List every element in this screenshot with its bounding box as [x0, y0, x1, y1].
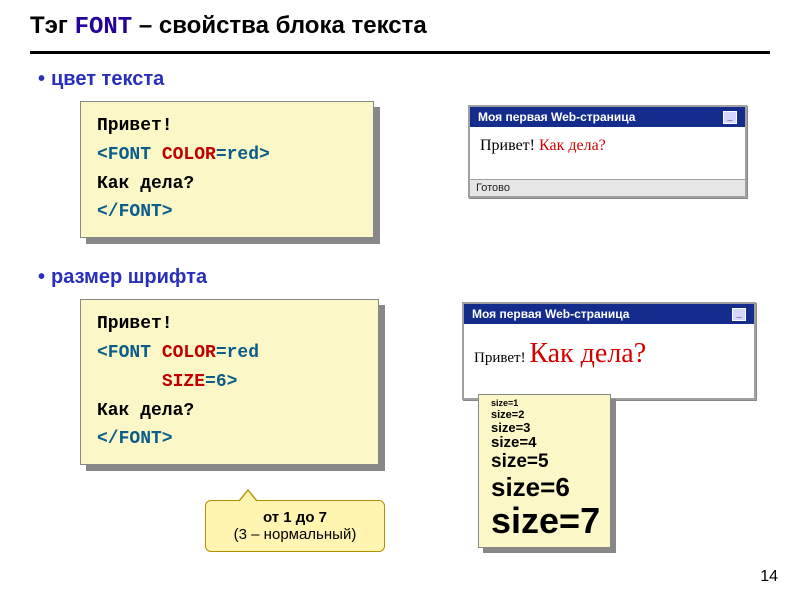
bullet-size-label: размер шрифта	[51, 266, 207, 288]
codebox-2: Привет! <FONT COLOR=red SIZE=6> Как дела…	[80, 299, 379, 465]
callout: от 1 до 7 (3 – нормальный)	[205, 500, 385, 552]
size-item-4: size=4	[491, 435, 600, 452]
window-buttons: _	[723, 111, 737, 124]
slide: Тэг FONT – свойства блока текста • цвет т…	[0, 0, 800, 600]
code-line: Привет!	[97, 310, 362, 339]
title-keyword: FONT	[75, 14, 133, 41]
code-line: SIZE=6>	[97, 368, 362, 397]
title-post: – свойства блока текста	[132, 12, 427, 39]
code-line: </FONT>	[97, 198, 357, 227]
minimize-icon: _	[723, 111, 737, 124]
size-item-3: size=3	[491, 421, 600, 435]
browser-title: Моя первая Web-страница	[478, 110, 635, 124]
codebox-content: Привет! <FONT COLOR=red> Как дела? </FON…	[80, 101, 374, 238]
size-item-6: size=6	[491, 473, 600, 502]
rendered-text-red: Как дела?	[539, 137, 606, 154]
minimize-icon: _	[732, 308, 746, 321]
rendered-text-black: Привет!	[474, 350, 529, 366]
browser-mock-1: Моя первая Web-страница _ Привет! Как де…	[468, 105, 747, 198]
browser-content: Привет! Как дела?	[464, 324, 754, 398]
rendered-text-black: Привет!	[480, 137, 539, 154]
browser-statusbar: Готово	[470, 179, 745, 196]
slide-title: Тэг FONT – свойства блока текста	[0, 0, 800, 47]
callout-line1: от 1 до 7	[263, 509, 327, 526]
title-rule	[30, 51, 770, 54]
codebox-content: Привет! <FONT COLOR=red SIZE=6> Как дела…	[80, 299, 379, 465]
callout-tail	[240, 491, 256, 501]
browser-title: Моя первая Web-страница	[472, 307, 629, 321]
bullet-size: • размер шрифта	[38, 266, 800, 289]
code-line: Привет!	[97, 112, 357, 141]
browser-mock-2: Моя первая Web-страница _ Привет! Как де…	[462, 302, 756, 400]
code-line: Как дела?	[97, 397, 362, 426]
size-item-7: size=7	[491, 501, 600, 541]
codebox-1: Привет! <FONT COLOR=red> Как дела? </FON…	[80, 101, 374, 238]
callout-box: от 1 до 7 (3 – нормальный)	[205, 500, 385, 552]
rendered-text-red: Как дела?	[529, 338, 646, 369]
bullet-color-label: цвет текста	[51, 68, 164, 90]
page-number: 14	[760, 568, 778, 586]
size-list-box: size=1 size=2 size=3 size=4 size=5 size=…	[478, 394, 611, 548]
size-item-5: size=5	[491, 452, 600, 473]
code-line: <FONT COLOR=red	[97, 339, 362, 368]
window-buttons: _	[732, 308, 746, 321]
browser-titlebar: Моя первая Web-страница _	[464, 304, 754, 324]
code-line: </FONT>	[97, 425, 362, 454]
size-list-content: size=1 size=2 size=3 size=4 size=5 size=…	[478, 394, 611, 548]
browser-titlebar: Моя первая Web-страница _	[470, 107, 745, 127]
size-item-1: size=1	[491, 399, 600, 409]
bullet-color: • цвет текста	[38, 68, 800, 91]
code-line: Как дела?	[97, 170, 357, 199]
title-pre: Тэг	[30, 12, 75, 39]
callout-line2: (3 – нормальный)	[234, 526, 357, 543]
browser-content: Привет! Как дела?	[470, 127, 745, 179]
code-line: <FONT COLOR=red>	[97, 141, 357, 170]
bullet-dot: •	[38, 266, 45, 288]
bullet-dot: •	[38, 68, 45, 90]
